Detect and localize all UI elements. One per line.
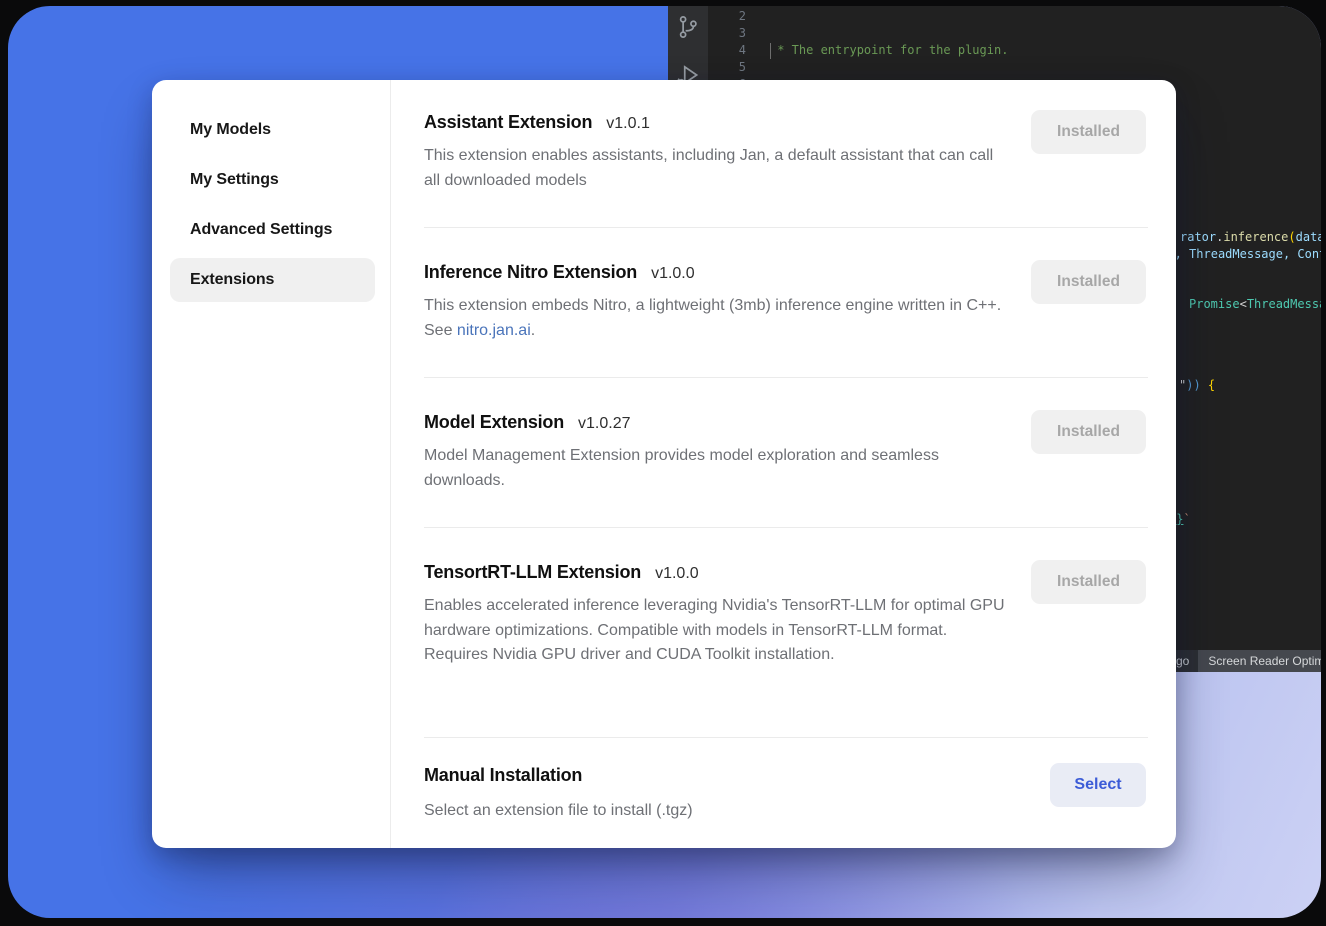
extensions-panel: Assistant Extension v1.0.1 This extensio… [424, 80, 1176, 848]
hero-canvas: 2 3 4 5 6 * The entrypoint for the plugi… [8, 6, 1321, 918]
installed-button[interactable]: Installed [1031, 110, 1146, 154]
select-file-button[interactable]: Select [1050, 763, 1146, 807]
extension-title: Model Extension [424, 412, 564, 433]
code-fragment-parens: ")) { [1179, 377, 1215, 394]
extension-entry-tensorrt-llm: TensortRT-LLM Extension v1.0.0 Enables a… [424, 562, 1146, 668]
sidebar-item-label: My Settings [190, 171, 279, 189]
installed-button[interactable]: Installed [1031, 410, 1146, 454]
extension-entry-assistant: Assistant Extension v1.0.1 This extensio… [424, 112, 1146, 193]
divider [424, 377, 1148, 378]
code-fragment-inference: rator.inference(data)); [1180, 229, 1321, 246]
extension-entry-model: Model Extension v1.0.27 Model Management… [424, 412, 1146, 493]
extension-description: Select an extension file to install (.tg… [424, 799, 1009, 824]
extension-description: This extension enables assistants, inclu… [424, 144, 1009, 193]
extension-entry-inference-nitro: Inference Nitro Extension v1.0.0 This ex… [424, 262, 1146, 343]
sidebar-item-my-settings[interactable]: My Settings [170, 158, 375, 202]
divider [424, 227, 1148, 228]
divider [424, 737, 1148, 738]
extension-title: Assistant Extension [424, 112, 592, 133]
extension-description: This extension embeds Nitro, a lightweig… [424, 294, 1009, 343]
sidebar-item-label: My Models [190, 121, 271, 139]
manual-installation-entry: Manual Installation Select an extension … [424, 765, 1146, 824]
extension-title: TensortRT-LLM Extension [424, 562, 641, 583]
sidebar-item-my-models[interactable]: My Models [170, 108, 375, 152]
code-line-2: * The entrypoint for the plugin. [770, 42, 1321, 59]
installed-button[interactable]: Installed [1031, 260, 1146, 304]
extension-title: Inference Nitro Extension [424, 262, 637, 283]
installed-button[interactable]: Installed [1031, 560, 1146, 604]
extension-version: v1.0.0 [655, 565, 699, 583]
sidebar-item-label: Extensions [190, 271, 274, 289]
settings-sidebar: My Models My Settings Advanced Settings … [152, 80, 391, 848]
extension-version: v1.0.1 [606, 115, 650, 133]
extension-description: Enables accelerated inference leveraging… [424, 594, 1009, 668]
code-fragment-promise: Promise<ThreadMessage> [1189, 296, 1321, 313]
status-bar-left-text: go [1176, 654, 1189, 668]
text-cursor [770, 43, 771, 59]
extension-version: v1.0.0 [651, 265, 695, 283]
sidebar-item-advanced-settings[interactable]: Advanced Settings [170, 208, 375, 252]
divider [424, 527, 1148, 528]
settings-card: My Models My Settings Advanced Settings … [152, 80, 1176, 848]
status-bar-screen-reader-item[interactable]: Screen Reader Optimized [1198, 650, 1321, 672]
sidebar-item-label: Advanced Settings [190, 221, 332, 239]
nitro-jan-ai-link[interactable]: nitro.jan.ai [457, 322, 531, 339]
extension-title: Manual Installation [424, 765, 582, 786]
extension-version: v1.0.27 [578, 415, 630, 433]
extension-description: Model Management Extension provides mode… [424, 444, 1009, 493]
source-control-icon[interactable] [675, 14, 701, 40]
sidebar-item-extensions[interactable]: Extensions [170, 258, 375, 302]
